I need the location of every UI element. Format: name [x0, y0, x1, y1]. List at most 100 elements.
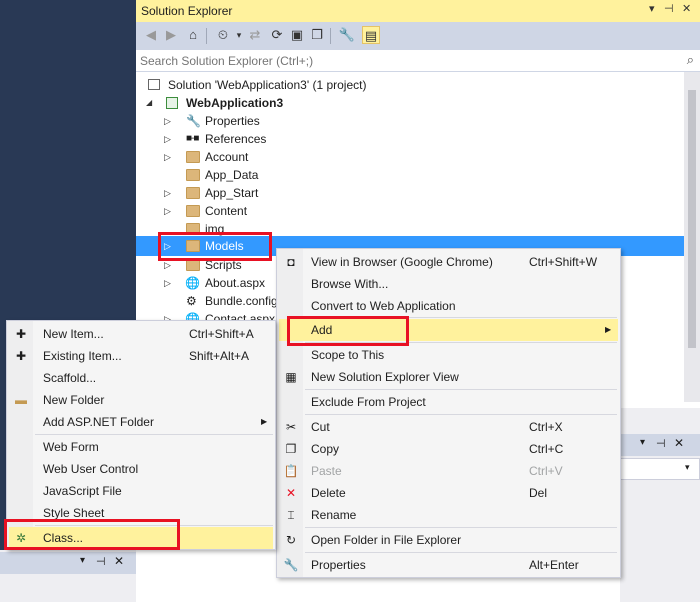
menu-item-label: Scope to This: [311, 348, 385, 362]
copy-icon: ❐: [285, 442, 297, 456]
chevron-down-icon[interactable]: ▾: [685, 462, 690, 473]
scrollbar[interactable]: [684, 72, 700, 402]
callout-models: [158, 232, 272, 261]
menu-item-delete[interactable]: ✕ Delete Del: [279, 482, 618, 504]
scrollbar-thumb[interactable]: [688, 90, 696, 348]
tree-item-app-data[interactable]: App_Data: [164, 166, 464, 184]
submenu-item-new-folder[interactable]: ▬ New Folder: [9, 389, 273, 411]
menu-item-shortcut: Alt+Enter: [529, 558, 579, 572]
menu-item-scope-to-this[interactable]: Scope to This: [279, 344, 618, 366]
tree-item-content[interactable]: ▷ Content: [164, 202, 464, 220]
menu-item-exclude-from-project[interactable]: Exclude From Project: [279, 391, 618, 413]
pin-icon[interactable]: ⊣: [664, 2, 674, 15]
tree-item-references[interactable]: ▷ ■-■ References: [164, 130, 464, 148]
bottom-right-dropdown[interactable]: ▾: [620, 458, 700, 480]
tree-item-label: App_Start: [205, 186, 259, 200]
folder-icon: [186, 187, 200, 199]
properties-icon[interactable]: 🔧: [338, 26, 356, 44]
callout-class: [4, 519, 180, 550]
menu-item-properties[interactable]: 🔧 Properties Alt+Enter: [279, 554, 618, 576]
scissors-icon: ✂: [285, 420, 297, 434]
menu-item-label: Existing Item...: [43, 349, 122, 363]
new-folder-icon: ▬: [15, 393, 27, 407]
menu-separator: [305, 527, 617, 528]
menu-separator: [305, 552, 617, 553]
menu-item-label: New Item...: [43, 327, 104, 341]
submenu-item-web-user-control[interactable]: Web User Control: [9, 458, 273, 480]
submenu-item-web-form[interactable]: Web Form: [9, 436, 273, 458]
tree-item-properties[interactable]: ▷ 🔧 Properties: [164, 112, 464, 130]
bottom-left-panel: ▾ ⊣ ✕: [0, 550, 136, 602]
submenu-item-existing-item[interactable]: ✚ Existing Item... Shift+Alt+A: [9, 345, 273, 367]
submenu-item-scaffold[interactable]: Scaffold...: [9, 367, 273, 389]
delete-x-icon: ✕: [285, 486, 297, 500]
callout-add: [287, 316, 409, 346]
search-input[interactable]: [138, 52, 658, 70]
menu-item-shortcut: Ctrl+C: [529, 442, 564, 456]
menu-separator: [305, 414, 617, 415]
pin-icon[interactable]: ⊣: [96, 555, 106, 568]
menu-item-label: View in Browser (Google Chrome): [311, 255, 493, 269]
menu-item-shortcut: Ctrl+V: [529, 464, 563, 478]
menu-item-copy[interactable]: ❐ Copy Ctrl+C: [279, 438, 618, 460]
search-icon[interactable]: ⌕: [687, 52, 694, 68]
wrench-icon: 🔧: [283, 558, 299, 572]
tree-solution-label: Solution 'WebApplication3' (1 project): [168, 78, 367, 92]
menu-item-cut[interactable]: ✂ Cut Ctrl+X: [279, 416, 618, 438]
menu-item-label: Delete: [311, 486, 346, 500]
tree-project-label: WebApplication3: [186, 96, 284, 110]
menu-item-shortcut: Ctrl+Shift+W: [529, 255, 598, 269]
tree-item-label: Account: [205, 150, 249, 164]
collapse-icon[interactable]: ▣: [288, 26, 306, 44]
menu-item-new-solution-explorer-view[interactable]: ▦ New Solution Explorer View: [279, 366, 618, 388]
panel-title: Solution Explorer: [141, 4, 233, 18]
home-icon[interactable]: ⌂: [184, 26, 202, 44]
forward-icon[interactable]: ▶: [162, 26, 180, 44]
tree-item-app-start[interactable]: ▷ App_Start: [164, 184, 464, 202]
collapsed-arrow-icon[interactable]: ▷: [164, 130, 174, 148]
menu-item-view-in-browser[interactable]: ◘ View in Browser (Google Chrome) Ctrl+S…: [279, 251, 618, 273]
search-bar: ⌕: [136, 50, 700, 72]
rename-icon: ⌶: [287, 508, 295, 522]
collapsed-arrow-icon[interactable]: ▷: [164, 202, 174, 220]
submenu-item-add-asp-net-folder[interactable]: Add ASP.NET Folder ▶: [9, 411, 273, 433]
tree-item-label: References: [205, 132, 267, 146]
dropdown-icon[interactable]: ▾: [649, 2, 655, 15]
menu-item-rename[interactable]: ⌶ Rename: [279, 504, 618, 526]
folder-icon: [186, 151, 200, 163]
collapsed-arrow-icon[interactable]: ▷: [164, 184, 174, 202]
wrench-icon: 🔧: [186, 114, 201, 128]
submenu-item-new-item[interactable]: ✚ New Item... Ctrl+Shift+A: [9, 323, 273, 345]
close-icon[interactable]: ✕: [682, 2, 691, 15]
preview-icon[interactable]: ▤: [362, 26, 380, 44]
menu-item-label: Exclude From Project: [311, 395, 426, 409]
back-icon[interactable]: ◀: [142, 26, 160, 44]
tree-item-label: Properties: [205, 114, 260, 128]
menu-item-convert-to-web-application[interactable]: Convert to Web Application: [279, 295, 618, 317]
new-item-icon: ✚: [15, 327, 27, 341]
pin-icon[interactable]: ⊣: [656, 437, 666, 450]
solution-explorer-toolbar: ◀ ▶ ⌂ ⏲ ▾ ⇄ ⟳ ▣ ❐ 🔧 ▤: [136, 22, 700, 50]
tree-project[interactable]: ◢ WebApplication3: [146, 94, 546, 112]
sync-icon[interactable]: ⇄: [246, 26, 264, 44]
menu-item-shortcut: Ctrl+Shift+A: [189, 327, 254, 341]
close-icon[interactable]: ✕: [674, 436, 684, 450]
refresh-icon[interactable]: ⟳: [268, 26, 286, 44]
close-icon[interactable]: ✕: [114, 554, 124, 568]
collapsed-arrow-icon[interactable]: ▷: [164, 112, 174, 130]
menu-item-label: Rename: [311, 508, 357, 522]
submenu-item-javascript-file[interactable]: JavaScript File: [9, 480, 273, 502]
dropdown-icon[interactable]: ▾: [80, 555, 85, 566]
expanded-arrow-icon[interactable]: ◢: [146, 94, 156, 112]
bottom-left-panel-header: ▾ ⊣ ✕: [0, 552, 136, 574]
menu-item-open-folder-in-file-explorer[interactable]: ↻ Open Folder in File Explorer: [279, 529, 618, 551]
tree-item-account[interactable]: ▷ Account: [164, 148, 464, 166]
menu-item-paste[interactable]: 📋 Paste Ctrl+V: [279, 460, 618, 482]
dropdown-icon[interactable]: ▾: [640, 437, 645, 448]
menu-item-browse-with[interactable]: Browse With...: [279, 273, 618, 295]
collapsed-arrow-icon[interactable]: ▷: [164, 148, 174, 166]
copy-icon[interactable]: ❐: [308, 26, 326, 44]
collapsed-arrow-icon[interactable]: ▷: [164, 274, 174, 292]
tree-solution[interactable]: Solution 'WebApplication3' (1 project): [146, 76, 546, 94]
solution-explorer-title-bar: Solution Explorer ▾ ⊣ ✕: [136, 0, 700, 22]
